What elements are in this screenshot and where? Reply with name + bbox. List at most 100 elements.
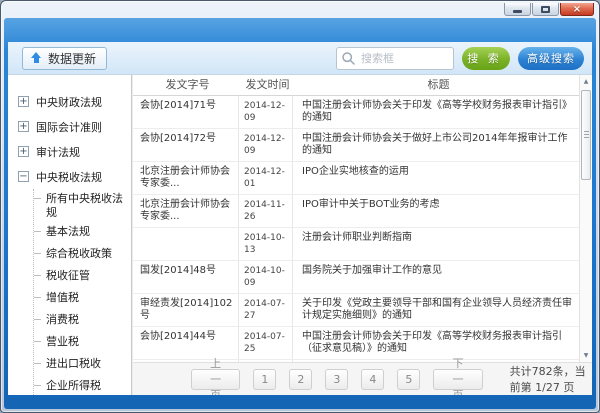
table-body: 会协[2014]71号 2014-12-09 中国注册会计师协会关于印发《高等学… (133, 96, 579, 362)
cell-doc-number: 会协[2014]72号 (133, 129, 239, 161)
cell-doc-number: 审经责发[2014]102号 (133, 294, 239, 326)
tree-toggle-icon[interactable]: + (18, 96, 29, 107)
tree-item-label: 审计法规 (36, 145, 80, 159)
tree-toggle-icon[interactable]: − (18, 171, 29, 182)
search-icon (342, 51, 355, 65)
cell-date: 2014-07-27 (239, 294, 293, 326)
table-header-row: 发文字号 发文时间 标题 (133, 75, 579, 96)
cell-title: 国务院关于加强审计工作的意见 (302, 265, 442, 276)
tree-child-item[interactable]: 进出口税收 (34, 354, 131, 376)
data-update-button[interactable]: 数据更新 (22, 46, 108, 70)
table-row[interactable]: 2014-10-13 注册会计师职业判断指南 (133, 228, 579, 261)
tree-item-label: 国际会计准则 (36, 120, 102, 134)
column-header-doc-number[interactable]: 发文字号 (133, 79, 239, 91)
cell-date: 2014-10-09 (239, 261, 293, 293)
close-button[interactable]: × (560, 3, 594, 16)
table-row[interactable]: 会协[2014]71号 2014-12-09 中国注册会计师协会关于印发《高等学… (133, 96, 579, 129)
table-row[interactable]: 会协[2014]44号 2014-07-25 中国注册会计师协会关于印发《高等学… (133, 327, 579, 360)
toolbar: 数据更新 搜 索 高级搜索 (8, 42, 592, 75)
tree-item-label: 中央税收法规 (36, 170, 102, 184)
scroll-down-arrow[interactable]: ▼ (580, 349, 593, 362)
upload-arrow-icon (31, 52, 42, 64)
cell-title: 注册会计师职业判断指南 (302, 232, 412, 243)
table-row[interactable]: 会协[2014]72号 2014-12-09 中国注册会计师协会关于做好上市公司… (133, 129, 579, 162)
table-row[interactable]: 国发[2014]48号 2014-10-09 国务院关于加强审计工作的意见 (133, 261, 579, 294)
cell-doc-number: 国发[2014]48号 (133, 261, 239, 293)
search-button[interactable]: 搜 索 (462, 46, 510, 70)
cell-title: IPO企业实地核查的运用 (302, 166, 409, 177)
tree-child-label: 营业税 (46, 335, 79, 348)
cell-doc-number: 北京注册会计师协会专家委... (133, 195, 239, 227)
maximize-icon (541, 5, 550, 13)
cell-doc-number: 北京注册会计师协会专家委... (133, 162, 239, 194)
scroll-up-arrow[interactable]: ▲ (580, 75, 593, 88)
tree-item[interactable]: + 国际会计准则 (18, 114, 131, 139)
tree-item-label: 中央财政法规 (36, 95, 102, 109)
tree-toggle-icon[interactable]: + (18, 121, 29, 132)
table-row[interactable]: 审经责发[2014]102号 2014-07-27 关于印发《党政主要领导干部和… (133, 294, 579, 327)
page-button-3[interactable]: 3 (325, 368, 349, 390)
scrollbar-grip (583, 131, 589, 138)
cell-date: 2014-12-09 (239, 129, 293, 161)
tree-child-item[interactable]: 所有中央税收法规 (34, 189, 131, 222)
tree-child-label: 综合税收政策 (46, 247, 112, 260)
cell-doc-number (133, 228, 239, 260)
cell-title: IPO审计中关于BOT业务的考虑 (302, 199, 440, 210)
tree-item[interactable]: + 审计法规 (18, 139, 131, 164)
page-button-4[interactable]: 4 (361, 368, 385, 390)
tree-child-item[interactable]: 营业税 (34, 332, 131, 354)
column-header-date[interactable]: 发文时间 (239, 79, 293, 91)
tree-child-item[interactable]: 企业所得税 (34, 376, 131, 395)
close-icon: × (572, 3, 582, 15)
cell-title: 关于印发《党政主要领导干部和国有企业领导人员经济责任审计规定实施细则》的通知 (302, 298, 572, 321)
tree-child-item[interactable]: 基本法规 (34, 222, 131, 244)
cell-date: 2014-07-25 (239, 327, 293, 359)
tree-child-label: 基本法规 (46, 225, 90, 238)
advanced-search-button[interactable]: 高级搜索 (518, 46, 584, 70)
scrollbar-thumb[interactable] (580, 90, 591, 180)
tree-child-label: 进出口税收 (46, 357, 101, 370)
cell-date: 2014-10-13 (239, 228, 293, 260)
minimize-icon (513, 9, 522, 13)
tree-item[interactable]: − 中央税收法规 (18, 164, 131, 189)
sidebar: + 中央财政法规 + 国际会计准则 + 审计法规 − 中央税收法规 所有中央税收… (8, 75, 132, 395)
tree-child-label: 所有中央税收法规 (46, 192, 123, 219)
cell-date: 2014-12-01 (239, 162, 293, 194)
table-row[interactable]: 北京注册会计师协会专家委... 2014-12-01 IPO企业实地核查的运用 (133, 162, 579, 195)
page-number-buttons: 12345 (253, 368, 421, 390)
window-titlebar[interactable]: × (4, 1, 596, 18)
tree-child-item[interactable]: 综合税收政策 (34, 244, 131, 266)
table-row[interactable]: 北京注册会计师协会专家委... 2014-11-26 IPO审计中关于BOT业务… (133, 195, 579, 228)
regulation-table: 发文字号 发文时间 标题 会协[2014]71号 2014-12-09 中国注册… (133, 75, 579, 362)
tree-child-item[interactable]: 增值税 (34, 288, 131, 310)
next-page-button[interactable]: 下一页 (433, 357, 483, 395)
tree-children: 所有中央税收法规 基本法规 综合税收政策 税收征管 增值税 消费税 营业税 进出… (33, 189, 131, 395)
table-scrollbar[interactable]: ▲ ▼ (579, 75, 592, 362)
page-button-2[interactable]: 2 (289, 368, 313, 390)
app-window: × 数据更新 搜 索 高级搜索 (0, 0, 600, 413)
prev-page-button[interactable]: 上一页 (191, 357, 241, 395)
tree-child-item[interactable]: 消费税 (34, 310, 131, 332)
tree-child-label: 企业所得税 (46, 379, 101, 392)
app-footer-band (4, 395, 596, 409)
tree-child-item[interactable]: 税收征管 (34, 266, 131, 288)
app-header-band (4, 18, 596, 42)
column-header-title[interactable]: 标题 (293, 79, 579, 91)
content-pane: 发文字号 发文时间 标题 会协[2014]71号 2014-12-09 中国注册… (132, 75, 592, 395)
tree-child-label: 消费税 (46, 313, 79, 326)
tree-child-label: 增值税 (46, 291, 79, 304)
app-frame: 数据更新 搜 索 高级搜索 + 中央财政法规 + 国际会计准则 (4, 18, 596, 409)
tree-item[interactable]: + 中央财政法规 (18, 89, 131, 114)
page-button-1[interactable]: 1 (253, 368, 277, 390)
cell-doc-number: 会协[2014]71号 (133, 96, 239, 128)
page-button-5[interactable]: 5 (397, 368, 421, 390)
cell-title: 中国注册会计师协会关于印发《高等学校财务报表审计指引》的通知 (302, 100, 572, 123)
maximize-button[interactable] (532, 3, 559, 16)
cell-title: 中国注册会计师协会关于做好上市公司2014年年报审计工作的通知 (302, 133, 568, 156)
cell-date: 2014-11-26 (239, 195, 293, 227)
minimize-button[interactable] (504, 3, 531, 16)
pagination-bar: 上一页 12345 下一页 共计782条，当前第 1/27 页 (133, 357, 592, 395)
data-update-label: 数据更新 (48, 51, 97, 66)
scrollbar-track[interactable] (580, 88, 593, 349)
tree-toggle-icon[interactable]: + (18, 146, 29, 157)
